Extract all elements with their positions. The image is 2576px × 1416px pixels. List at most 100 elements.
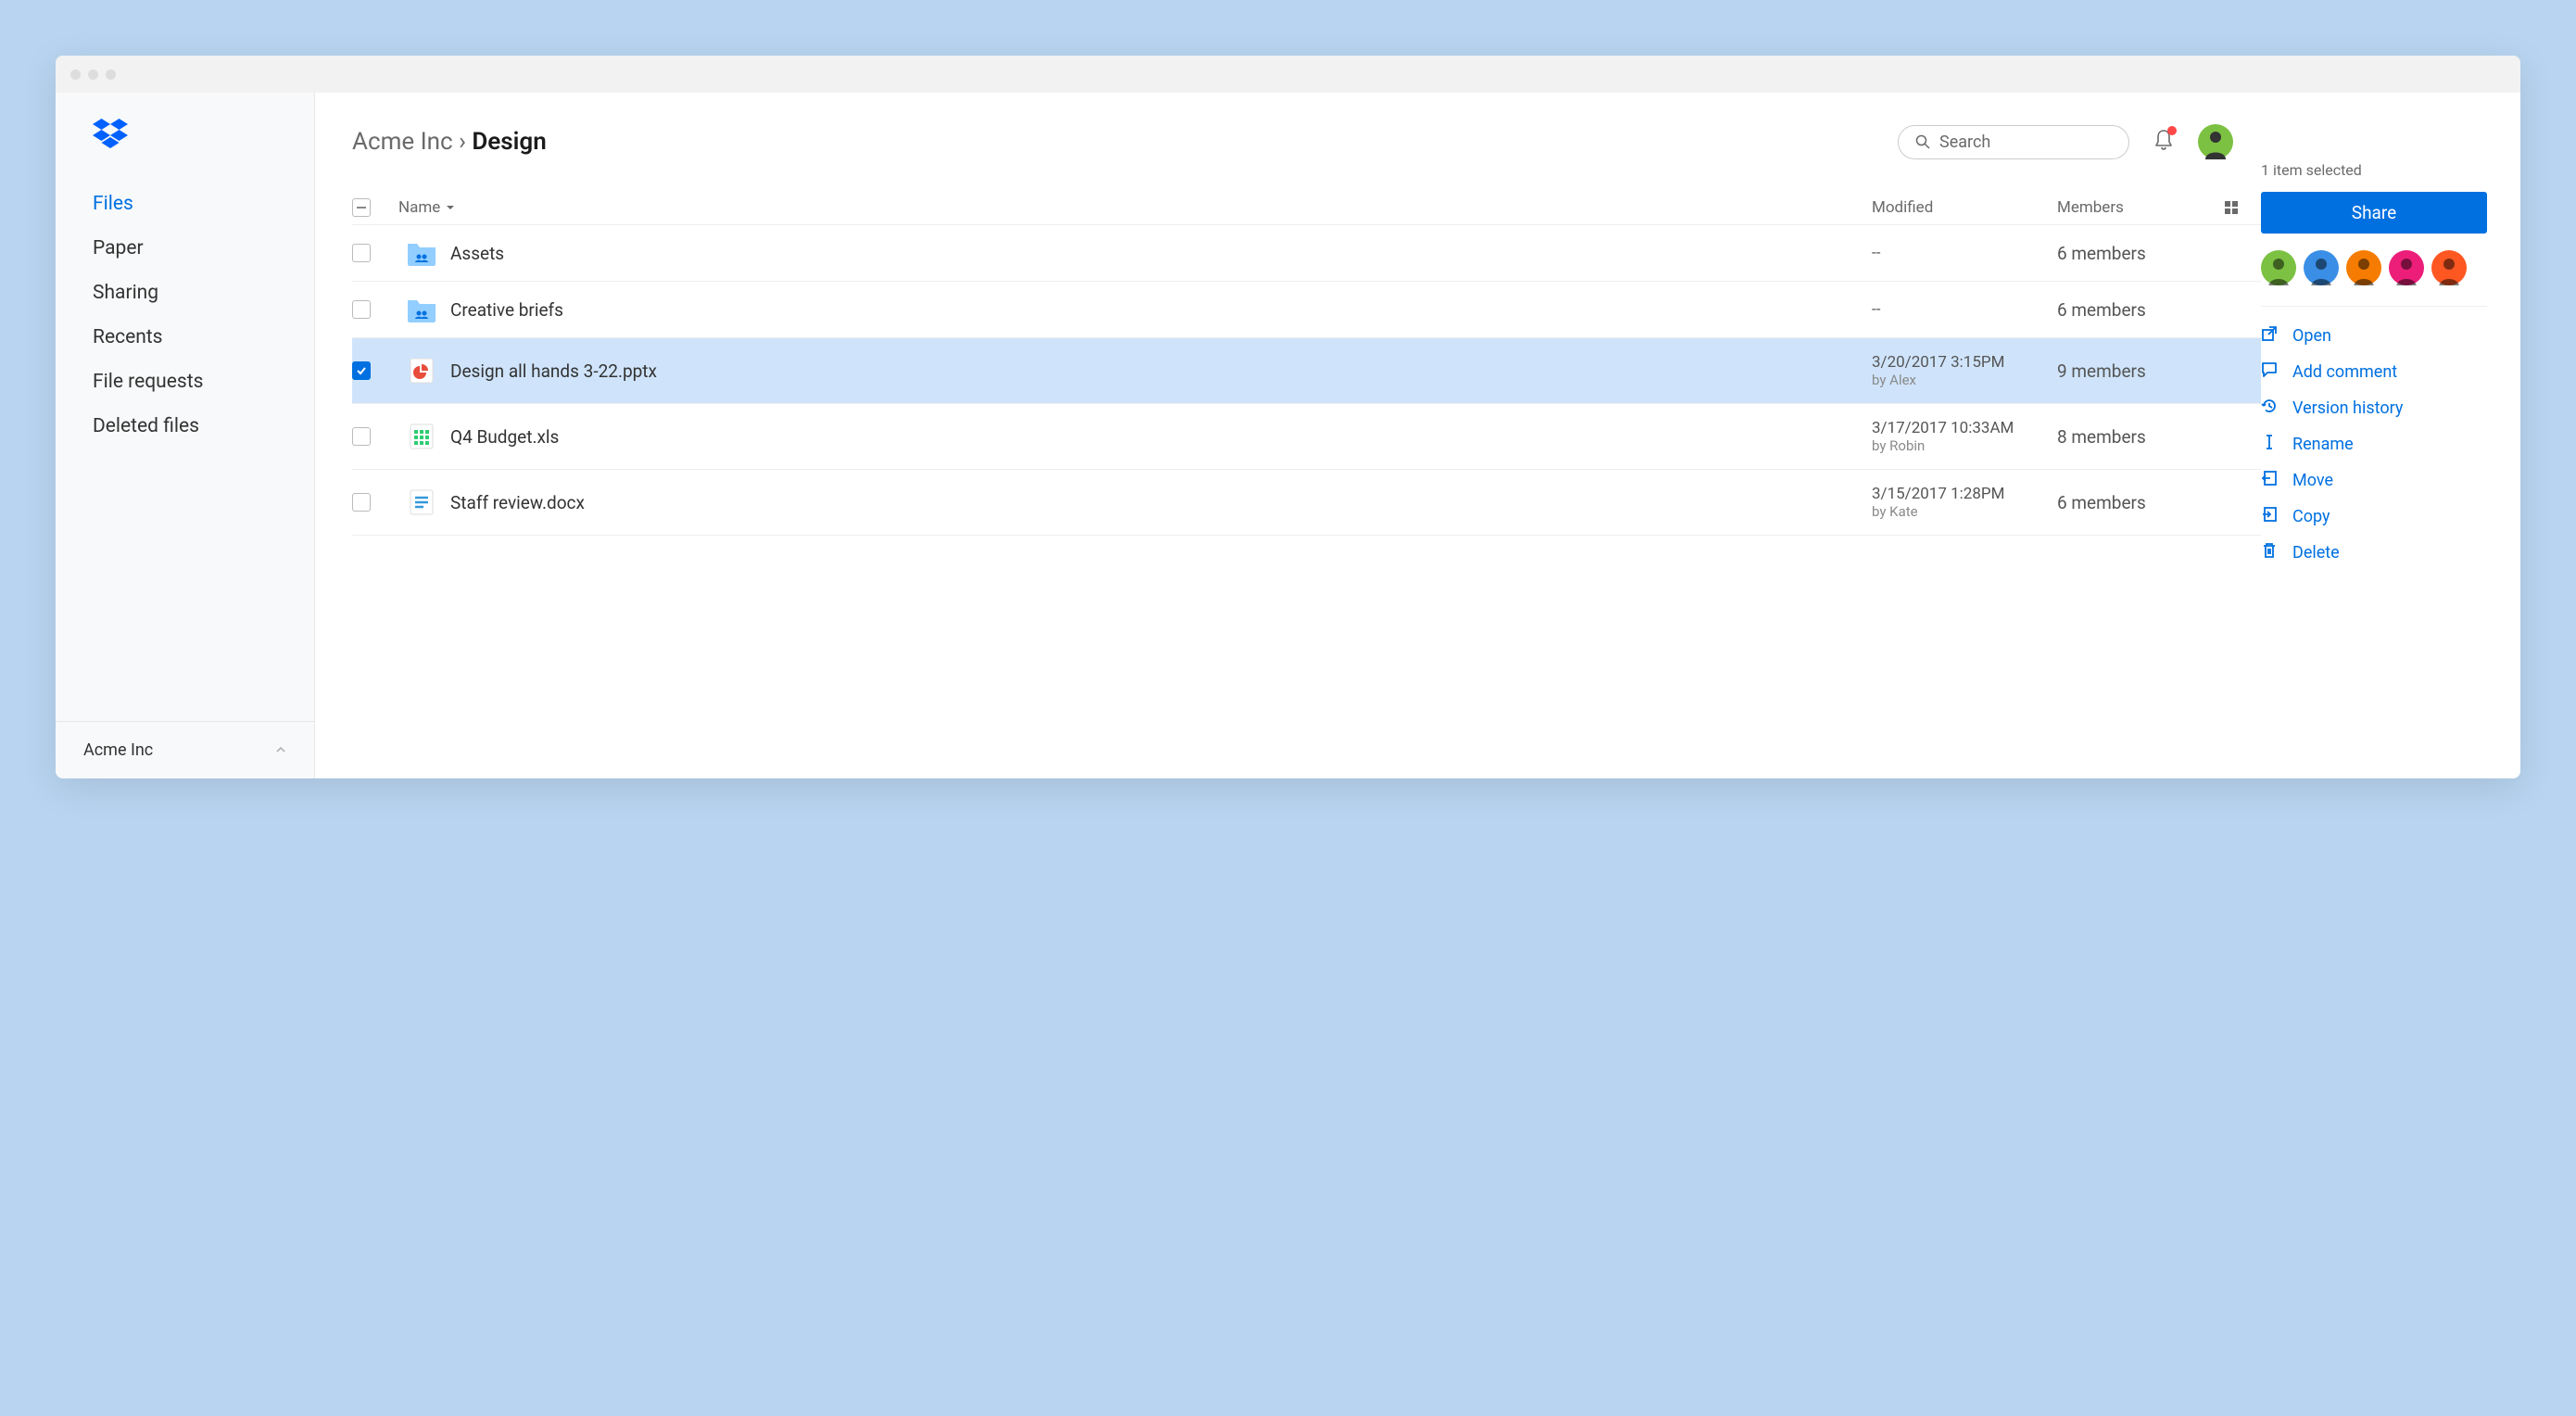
file-members: 6 members — [2057, 299, 2224, 321]
xls-icon — [398, 423, 445, 450]
breadcrumb-parent[interactable]: Acme Inc — [352, 128, 453, 156]
move-action[interactable]: Move — [2261, 470, 2487, 491]
folder-shared-icon — [398, 297, 445, 322]
page-header: Acme Inc › Design Search — [352, 124, 2261, 159]
notification-badge — [2167, 126, 2177, 135]
member-avatar[interactable] — [2389, 250, 2424, 285]
comment-icon — [2261, 361, 2278, 383]
action-label: Rename — [2292, 435, 2354, 454]
file-name: Design all hands 3-22.pptx — [445, 360, 1872, 382]
copy-action[interactable]: Copy — [2261, 506, 2487, 527]
selection-count: 1 item selected — [2261, 161, 2487, 179]
member-avatars — [2261, 250, 2487, 307]
member-avatar[interactable] — [2304, 250, 2339, 285]
sidebar-nav: Files Paper Sharing Recents File request… — [56, 182, 314, 721]
move-icon — [2261, 470, 2278, 491]
member-avatar[interactable] — [2346, 250, 2381, 285]
row-checkbox[interactable] — [352, 493, 371, 512]
file-modified: 3/15/2017 1:28PM by Kate — [1872, 485, 2057, 520]
folder-shared-icon — [398, 240, 445, 266]
chevron-up-icon — [275, 740, 286, 760]
sidebar-item-deleted-files[interactable]: Deleted files — [56, 404, 314, 449]
sidebar-item-files[interactable]: Files — [56, 182, 314, 226]
window-minimize-dot[interactable] — [88, 70, 98, 80]
file-actions: Open Add comment Version history Rename Move… — [2261, 325, 2487, 563]
row-checkbox[interactable] — [352, 427, 371, 446]
file-name: Staff review.docx — [445, 492, 1872, 513]
file-members: 9 members — [2057, 360, 2224, 382]
breadcrumb-current: Design — [472, 128, 546, 156]
action-label: Copy — [2292, 507, 2330, 526]
history-icon — [2261, 398, 2278, 419]
rename-action[interactable]: Rename — [2261, 434, 2487, 455]
user-avatar[interactable] — [2198, 124, 2233, 159]
file-name: Creative briefs — [445, 299, 1872, 321]
open-icon — [2261, 325, 2278, 347]
file-modified: -- — [1872, 244, 2057, 262]
sort-down-icon — [446, 203, 455, 212]
notifications-button[interactable] — [2153, 129, 2174, 155]
table-row[interactable]: Q4 Budget.xls 3/17/2017 10:33AM by Robin… — [352, 403, 2261, 469]
file-modified: 3/20/2017 3:15PM by Alex — [1872, 353, 2057, 388]
history-action[interactable]: Version history — [2261, 398, 2487, 419]
main: Acme Inc › Design Search — [315, 93, 2520, 778]
comment-action[interactable]: Add comment — [2261, 361, 2487, 383]
file-name: Assets — [445, 243, 1872, 264]
search-icon — [1915, 134, 1930, 149]
file-name: Q4 Budget.xls — [445, 426, 1872, 448]
grid-view-icon — [2224, 200, 2239, 215]
column-header-name[interactable]: Name — [398, 198, 1872, 217]
sidebar-item-sharing[interactable]: Sharing — [56, 271, 314, 315]
breadcrumb-separator: › — [459, 128, 466, 156]
ppt-icon — [398, 357, 445, 385]
file-members: 8 members — [2057, 426, 2224, 448]
row-checkbox[interactable] — [352, 361, 371, 380]
action-label: Move — [2292, 471, 2333, 490]
window-titlebar — [56, 56, 2520, 93]
rename-icon — [2261, 434, 2278, 455]
dropbox-logo-icon[interactable] — [56, 119, 314, 182]
app-window: Files Paper Sharing Recents File request… — [56, 56, 2520, 778]
table-row[interactable]: Design all hands 3-22.pptx 3/20/2017 3:1… — [352, 337, 2261, 403]
row-checkbox[interactable] — [352, 244, 371, 262]
column-header-modified[interactable]: Modified — [1872, 198, 2057, 217]
member-avatar[interactable] — [2431, 250, 2467, 285]
doc-icon — [398, 488, 445, 516]
table-row[interactable]: Staff review.docx 3/15/2017 1:28PM by Ka… — [352, 469, 2261, 536]
file-modified: -- — [1872, 300, 2057, 319]
file-members: 6 members — [2057, 492, 2224, 513]
view-toggle-button[interactable] — [2224, 200, 2261, 215]
file-members: 6 members — [2057, 243, 2224, 264]
member-avatar[interactable] — [2261, 250, 2296, 285]
column-header-members[interactable]: Members — [2057, 198, 2224, 217]
sidebar-item-recents[interactable]: Recents — [56, 315, 314, 360]
copy-icon — [2261, 506, 2278, 527]
table-row[interactable]: Assets -- 6 members — [352, 224, 2261, 281]
search-input[interactable]: Search — [1898, 125, 2129, 159]
content-area: Acme Inc › Design Search — [315, 93, 2261, 778]
sidebar-item-file-requests[interactable]: File requests — [56, 360, 314, 404]
window-close-dot[interactable] — [70, 70, 81, 80]
sidebar: Files Paper Sharing Recents File request… — [56, 93, 315, 778]
table-header: Name Modified Members — [352, 191, 2261, 224]
select-all-checkbox[interactable] — [352, 198, 371, 217]
share-button[interactable]: Share — [2261, 192, 2487, 234]
search-placeholder: Search — [1939, 133, 1990, 152]
account-name: Acme Inc — [83, 740, 153, 760]
breadcrumb: Acme Inc › Design — [352, 128, 547, 156]
table-row[interactable]: Creative briefs -- 6 members — [352, 281, 2261, 337]
action-label: Add comment — [2292, 362, 2397, 382]
file-modified: 3/17/2017 10:33AM by Robin — [1872, 419, 2057, 454]
open-action[interactable]: Open — [2261, 325, 2487, 347]
action-label: Version history — [2292, 398, 2403, 418]
file-table: Name Modified Members Assets -- — [352, 191, 2261, 536]
delete-icon — [2261, 542, 2278, 563]
action-label: Delete — [2292, 543, 2340, 563]
delete-action[interactable]: Delete — [2261, 542, 2487, 563]
action-label: Open — [2292, 326, 2331, 346]
details-pane: 1 item selected Share Open Add comment Ver… — [2261, 93, 2520, 778]
sidebar-item-paper[interactable]: Paper — [56, 226, 314, 271]
window-maximize-dot[interactable] — [106, 70, 116, 80]
account-switcher[interactable]: Acme Inc — [56, 721, 314, 778]
row-checkbox[interactable] — [352, 300, 371, 319]
